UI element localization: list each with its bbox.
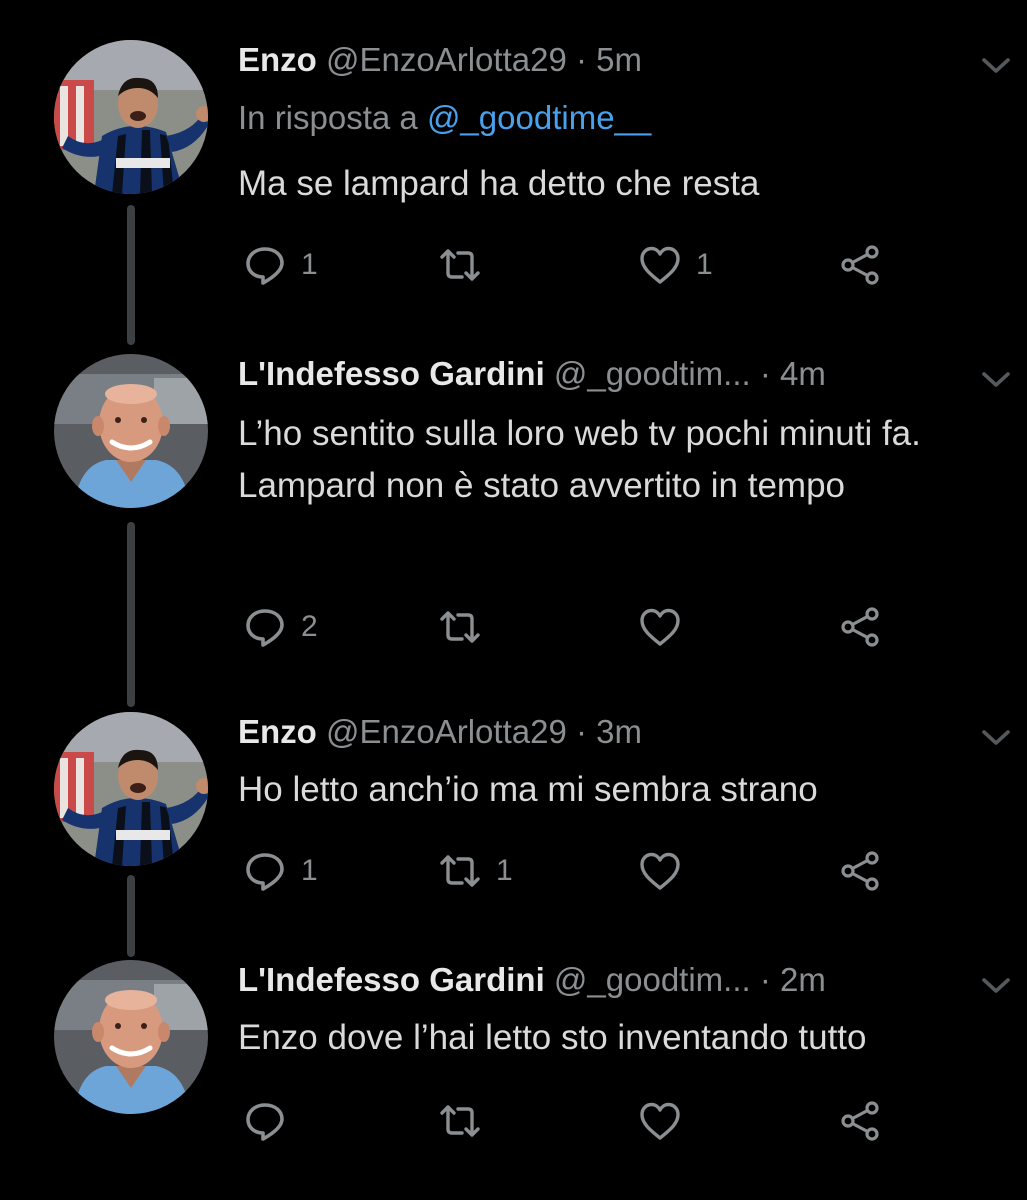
- tweet-text: L’ho sentito sulla loro web tv pochi min…: [238, 414, 921, 505]
- reply-icon: [243, 243, 287, 287]
- retweet-button[interactable]: [438, 602, 496, 652]
- tweet-actions: [238, 1096, 998, 1146]
- share-icon: [838, 849, 882, 893]
- avatar[interactable]: [54, 40, 208, 194]
- reply-count: 2: [301, 610, 318, 643]
- tweet-header: L'Indefesso Gardini @_goodtim... · 2m: [238, 960, 826, 1000]
- tweet-actions: 2: [238, 602, 998, 652]
- reply-button[interactable]: 1: [243, 846, 318, 896]
- mention-link[interactable]: @_goodtime__: [427, 99, 651, 136]
- retweet-button[interactable]: [438, 1096, 496, 1146]
- tweet-actions: 1 1: [238, 846, 998, 896]
- timestamp[interactable]: 4m: [780, 355, 826, 392]
- tweet[interactable]: L'Indefesso Gardini @_goodtim... · 2m En…: [0, 960, 1027, 1160]
- timestamp[interactable]: 2m: [780, 961, 826, 998]
- retweet-icon: [438, 1099, 482, 1143]
- share-icon: [838, 243, 882, 287]
- reply-icon: [243, 1099, 287, 1143]
- retweet-button[interactable]: [438, 240, 496, 290]
- retweet-icon: [438, 605, 482, 649]
- reply-icon: [243, 605, 287, 649]
- reply-prefix: In risposta a: [238, 99, 427, 136]
- tweet[interactable]: Enzo @EnzoArlotta29 · 3m Ho letto anch’i…: [0, 712, 1027, 912]
- user-handle[interactable]: @EnzoArlotta29: [326, 713, 567, 750]
- share-button[interactable]: [838, 846, 882, 896]
- display-name[interactable]: Enzo: [238, 41, 317, 78]
- chevron-down-icon[interactable]: [980, 56, 1012, 76]
- heart-icon: [638, 243, 682, 287]
- conversation-thread: Enzo @EnzoArlotta29 · 5m In risposta a @…: [0, 0, 1027, 1200]
- avatar[interactable]: [54, 354, 208, 508]
- like-button[interactable]: [638, 846, 696, 896]
- separator-dot: ·: [759, 355, 771, 392]
- chevron-down-icon[interactable]: [980, 976, 1012, 996]
- retweet-count: 1: [496, 854, 513, 887]
- share-button[interactable]: [838, 240, 882, 290]
- tweet-header: Enzo @EnzoArlotta29 · 3m: [238, 712, 642, 752]
- tweet-header: Enzo @EnzoArlotta29 · 5m: [238, 40, 642, 80]
- display-name[interactable]: Enzo: [238, 713, 317, 750]
- display-name[interactable]: L'Indefesso Gardini: [238, 355, 545, 392]
- avatar[interactable]: [54, 960, 208, 1114]
- reply-count: 1: [301, 854, 318, 887]
- user-handle[interactable]: @EnzoArlotta29: [326, 41, 567, 78]
- share-icon: [838, 1099, 882, 1143]
- tweet[interactable]: Enzo @EnzoArlotta29 · 5m In risposta a @…: [0, 40, 1027, 300]
- heart-icon: [638, 849, 682, 893]
- chevron-down-icon[interactable]: [980, 728, 1012, 748]
- separator-dot: ·: [759, 961, 771, 998]
- man-avatar-icon: [54, 354, 208, 508]
- separator-dot: ·: [575, 713, 587, 750]
- tweet-text: Ho letto anch’io ma mi sembra strano: [238, 770, 818, 809]
- share-button[interactable]: [838, 602, 882, 652]
- reply-button[interactable]: 1: [243, 240, 318, 290]
- man-avatar-icon: [54, 960, 208, 1114]
- player-avatar-icon: [54, 712, 208, 866]
- avatar[interactable]: [54, 712, 208, 866]
- reply-button[interactable]: 2: [243, 602, 318, 652]
- like-count: 1: [696, 248, 713, 281]
- heart-icon: [638, 1099, 682, 1143]
- heart-icon: [638, 605, 682, 649]
- user-handle[interactable]: @_goodtim...: [554, 355, 751, 392]
- reply-button[interactable]: [243, 1096, 301, 1146]
- reply-context: In risposta a @_goodtime__: [238, 98, 651, 138]
- tweet-header: L'Indefesso Gardini @_goodtim... · 4m: [238, 354, 826, 394]
- like-button[interactable]: [638, 1096, 696, 1146]
- share-button[interactable]: [838, 1096, 882, 1146]
- separator-dot: ·: [575, 41, 587, 78]
- display-name[interactable]: L'Indefesso Gardini: [238, 961, 545, 998]
- timestamp[interactable]: 5m: [596, 41, 642, 78]
- like-button[interactable]: 1: [638, 240, 713, 290]
- tweet-text: Enzo dove l’hai letto sto inventando tut…: [238, 1018, 867, 1057]
- share-icon: [838, 605, 882, 649]
- tweet-text: Ma se lampard ha detto che resta: [238, 164, 760, 203]
- user-handle[interactable]: @_goodtim...: [554, 961, 751, 998]
- player-avatar-icon: [54, 40, 208, 194]
- tweet[interactable]: L'Indefesso Gardini @_goodtim... · 4m L’…: [0, 354, 1027, 674]
- like-button[interactable]: [638, 602, 696, 652]
- reply-count: 1: [301, 248, 318, 281]
- retweet-icon: [438, 243, 482, 287]
- reply-icon: [243, 849, 287, 893]
- retweet-button[interactable]: 1: [438, 846, 513, 896]
- chevron-down-icon[interactable]: [980, 370, 1012, 390]
- timestamp[interactable]: 3m: [596, 713, 642, 750]
- tweet-actions: 1 1: [238, 240, 998, 290]
- retweet-icon: [438, 849, 482, 893]
